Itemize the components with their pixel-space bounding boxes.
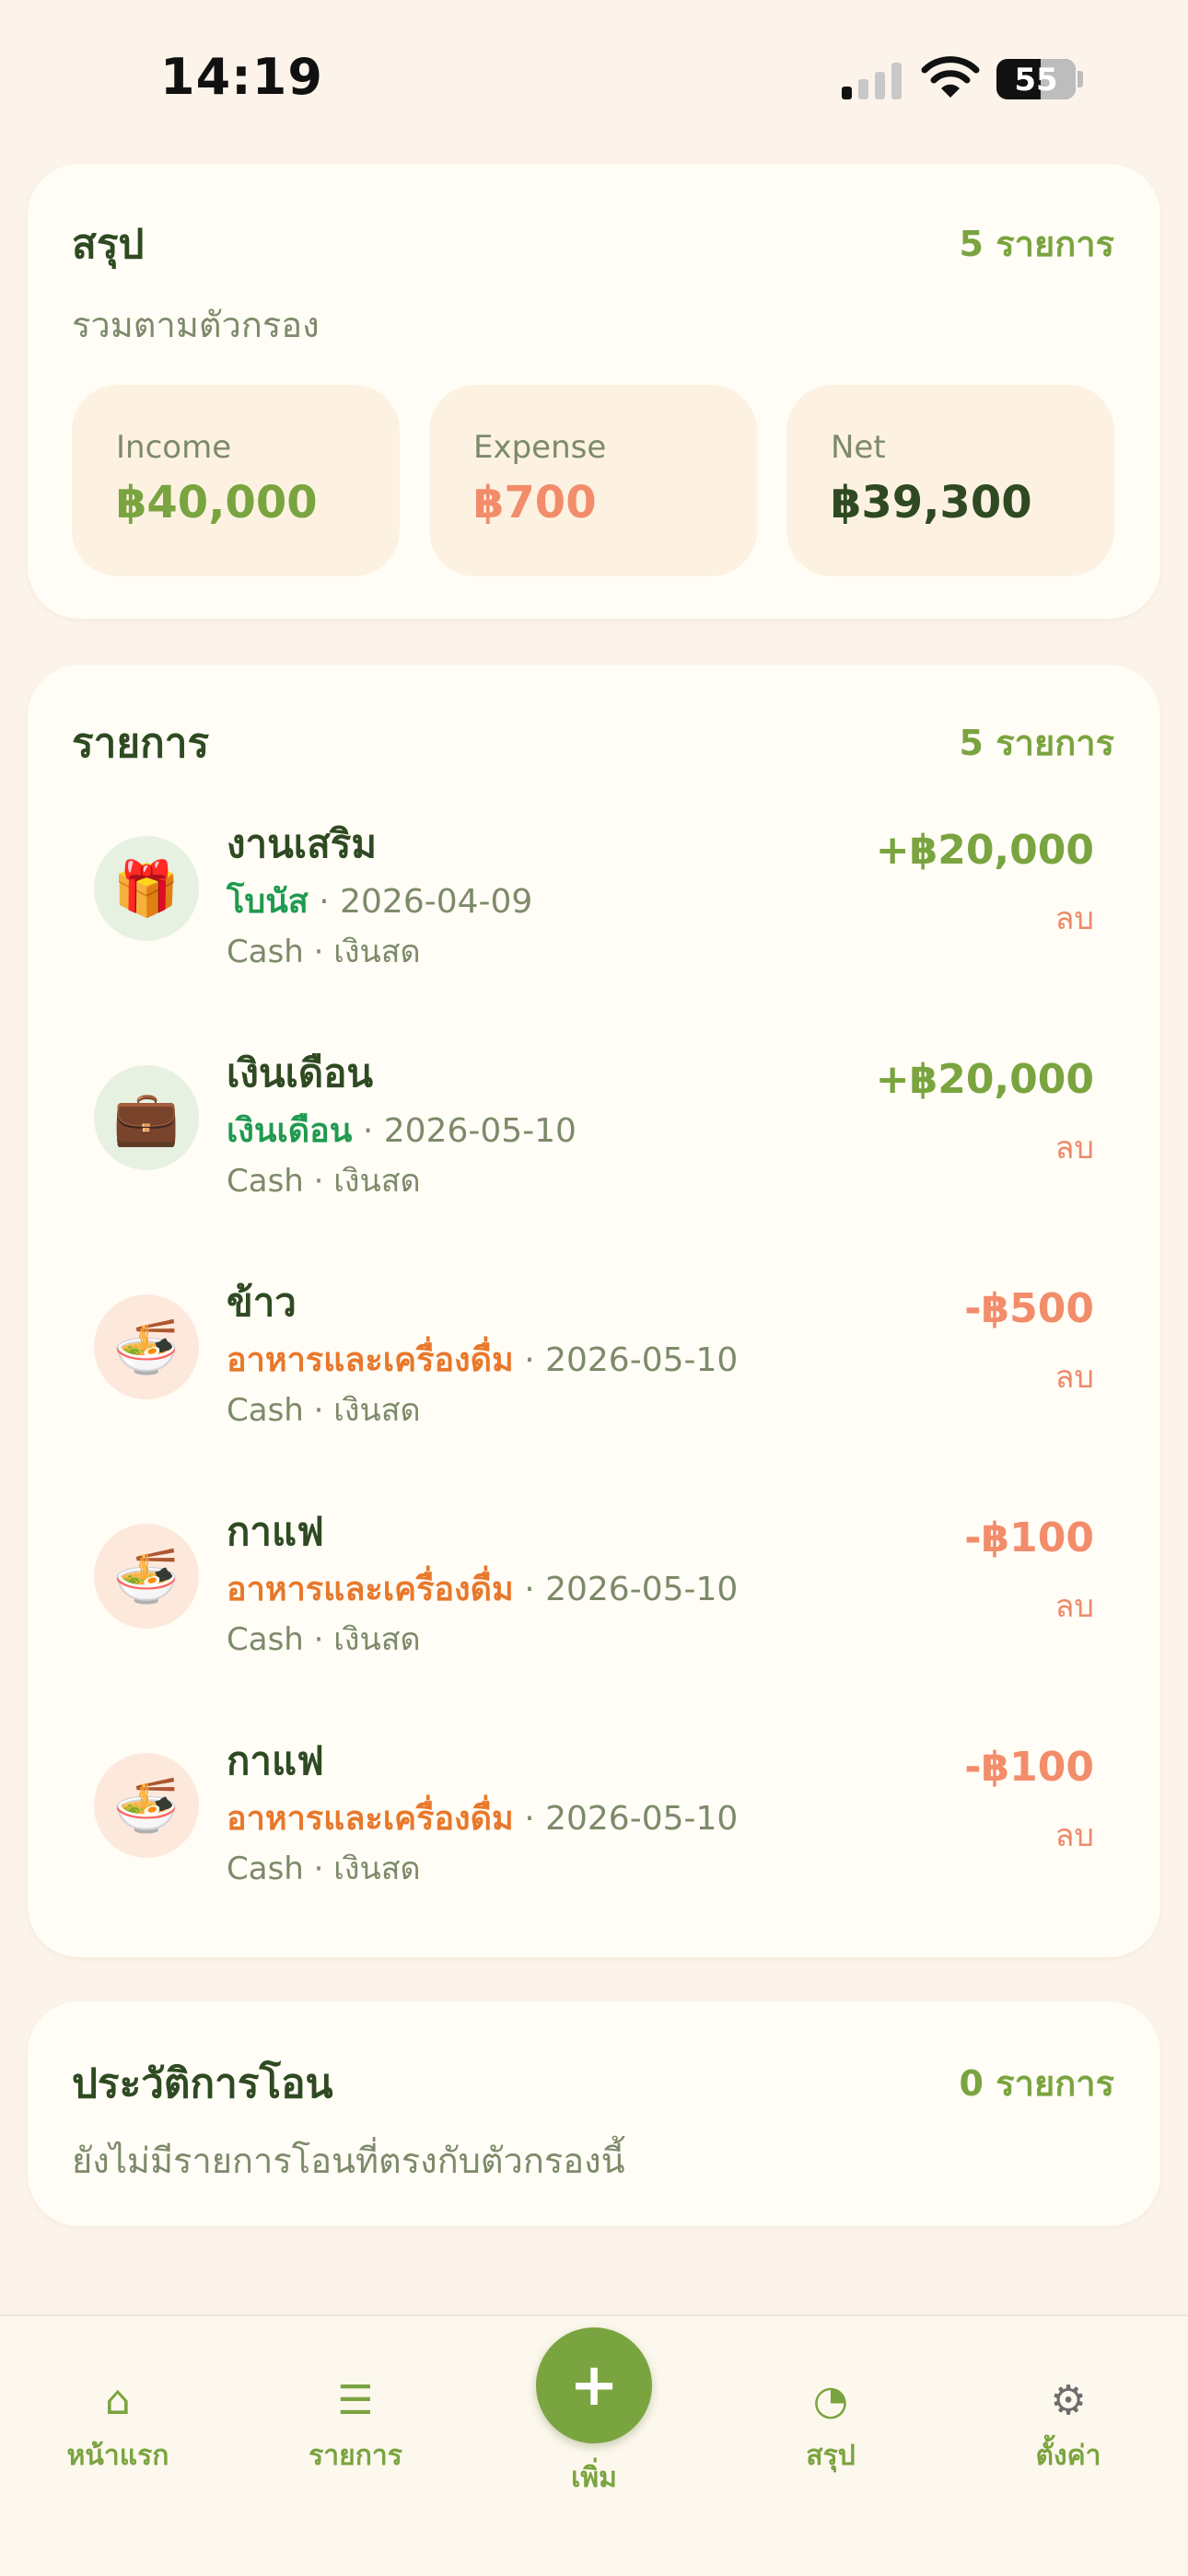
expense-label: Expense [473, 429, 607, 466]
transfers-card: ประวัติการโอน 0 รายการ ยังไม่มีรายการโอน… [28, 2002, 1160, 2226]
transaction-date: 2026-05-10 [545, 1341, 739, 1379]
transaction-amount: +฿20,000 [875, 827, 1094, 874]
transaction-title: เงินเดือน [227, 1050, 374, 1096]
tab-summary[interactable]: ◔ สรุป [739, 2373, 923, 2477]
tab-home[interactable]: ⌂ หน้าแรก [26, 2373, 210, 2477]
status-time: 14:19 [160, 48, 323, 106]
battery-cap [1077, 71, 1083, 87]
expense-value: ฿700 [473, 477, 597, 528]
transaction-row[interactable]: 🍜 กาแฟ อาหารและเครื่องดื่ม · 2026-05-10 … [28, 1707, 1160, 1937]
delete-button[interactable]: ลบ [1055, 1352, 1094, 1401]
transaction-category: อาหารและเครื่องดื่ม [227, 1341, 514, 1379]
transaction-date: 2026-04-09 [340, 883, 533, 921]
transaction-row[interactable]: 🍜 กาแฟ อาหารและเครื่องดื่ม · 2026-05-10 … [28, 1478, 1160, 1708]
delete-button[interactable]: ลบ [1055, 893, 1094, 943]
tab-settings-label: ตั้งค่า [1035, 2440, 1101, 2472]
transaction-category: โบนัส [227, 883, 309, 921]
add-transaction-button[interactable]: + [536, 2327, 652, 2443]
battery-icon: 55 [996, 59, 1076, 99]
transaction-title: กาแฟ [227, 1738, 324, 1783]
delete-button[interactable]: ลบ [1055, 1810, 1094, 1860]
transaction-amount: +฿20,000 [875, 1056, 1094, 1103]
home-icon: ⌂ [105, 2377, 131, 2424]
transfers-count: 0 รายการ [959, 2063, 1114, 2104]
summary-subtitle: รวมตามตัวกรอง [72, 305, 320, 345]
transaction-account: Cash · เงินสด [227, 1851, 421, 1887]
noodle-bowl-icon: 🍜 [94, 1753, 199, 1858]
transaction-title: กาแฟ [227, 1509, 324, 1554]
transaction-title: ข้าว [227, 1280, 297, 1325]
transfers-empty-text: ยังไม่มีรายการโอนที่ตรงกับตัวกรองนี้ [72, 2141, 625, 2181]
transaction-account: Cash · เงินสด [227, 1392, 421, 1429]
summary-title: สรุป [72, 221, 145, 268]
transaction-meta: อาหารและเครื่องดื่ม · 2026-05-10 [227, 1341, 739, 1379]
transaction-meta: เงินเดือน · 2026-05-10 [227, 1112, 577, 1150]
tab-settings[interactable]: ⚙ ตั้งค่า [976, 2373, 1160, 2477]
noodle-bowl-icon: 🍜 [94, 1294, 199, 1399]
transactions-title: รายการ [72, 720, 210, 767]
tab-list-label: รายการ [309, 2440, 402, 2472]
transaction-date: 2026-05-10 [383, 1112, 577, 1150]
tab-add[interactable]: เพิ่ม [502, 2456, 686, 2500]
transaction-date: 2026-05-10 [545, 1800, 739, 1838]
income-label: Income [116, 429, 232, 466]
transaction-amount: -฿100 [964, 1744, 1094, 1791]
summary-card: สรุป 5 รายการ รวมตามตัวกรอง Income ฿40,0… [28, 164, 1160, 619]
briefcase-icon: 💼 [94, 1065, 199, 1170]
plus-icon: + [569, 2351, 619, 2419]
battery-level: 55 [1014, 62, 1058, 99]
net-value: ฿39,300 [831, 477, 1032, 528]
transaction-row[interactable]: 🎁 งานเสริม โบนัส · 2026-04-09 Cash · เงิ… [28, 790, 1160, 1020]
summary-count: 5 รายการ [959, 224, 1114, 264]
transactions-card: รายการ 5 รายการ 🎁 งานเสริม โบนัส · 2026-… [28, 665, 1160, 1957]
transaction-date: 2026-05-10 [545, 1571, 739, 1608]
wifi-icon [921, 56, 980, 98]
expense-stat: Expense ฿700 [429, 385, 757, 576]
gift-icon: 🎁 [94, 836, 199, 941]
noodle-bowl-icon: 🍜 [94, 1524, 199, 1629]
transaction-meta: อาหารและเครื่องดื่ม · 2026-05-10 [227, 1800, 739, 1838]
transaction-row[interactable]: 🍜 ข้าว อาหารและเครื่องดื่ม · 2026-05-10 … [28, 1248, 1160, 1479]
net-label: Net [831, 429, 886, 466]
income-value: ฿40,000 [116, 477, 318, 528]
transaction-meta: โบนัส · 2026-04-09 [227, 883, 533, 921]
pie-chart-icon: ◔ [812, 2377, 849, 2424]
net-stat: Net ฿39,300 [786, 385, 1114, 576]
tab-summary-label: สรุป [806, 2440, 856, 2472]
delete-button[interactable]: ลบ [1055, 1581, 1094, 1630]
transaction-category: เงินเดือน [227, 1112, 353, 1150]
status-bar: 14:19 55 [0, 0, 1188, 157]
transactions-count: 5 รายการ [959, 723, 1114, 763]
transaction-meta: อาหารและเครื่องดื่ม · 2026-05-10 [227, 1571, 739, 1608]
transaction-account: Cash · เงินสด [227, 1163, 421, 1200]
transaction-row[interactable]: 💼 เงินเดือน เงินเดือน · 2026-05-10 Cash … [28, 1019, 1160, 1249]
transfers-title: ประวัติการโอน [72, 2060, 333, 2107]
transaction-title: งานเสริม [227, 821, 378, 866]
transaction-amount: -฿500 [964, 1285, 1094, 1332]
income-stat: Income ฿40,000 [72, 385, 400, 576]
transaction-account: Cash · เงินสด [227, 1621, 421, 1658]
transaction-category: อาหารและเครื่องดื่ม [227, 1800, 514, 1838]
tab-add-label: เพิ่ม [571, 2462, 617, 2494]
transaction-amount: -฿100 [964, 1514, 1094, 1561]
delete-button[interactable]: ลบ [1055, 1122, 1094, 1172]
tab-home-label: หน้าแรก [66, 2440, 169, 2472]
list-icon: ☰ [337, 2377, 374, 2424]
transaction-category: อาหารและเครื่องดื่ม [227, 1571, 514, 1608]
tab-list[interactable]: ☰ รายการ [263, 2373, 448, 2477]
transaction-account: Cash · เงินสด [227, 934, 421, 970]
cellular-signal-icon [842, 61, 906, 99]
gear-icon: ⚙ [1050, 2377, 1087, 2424]
